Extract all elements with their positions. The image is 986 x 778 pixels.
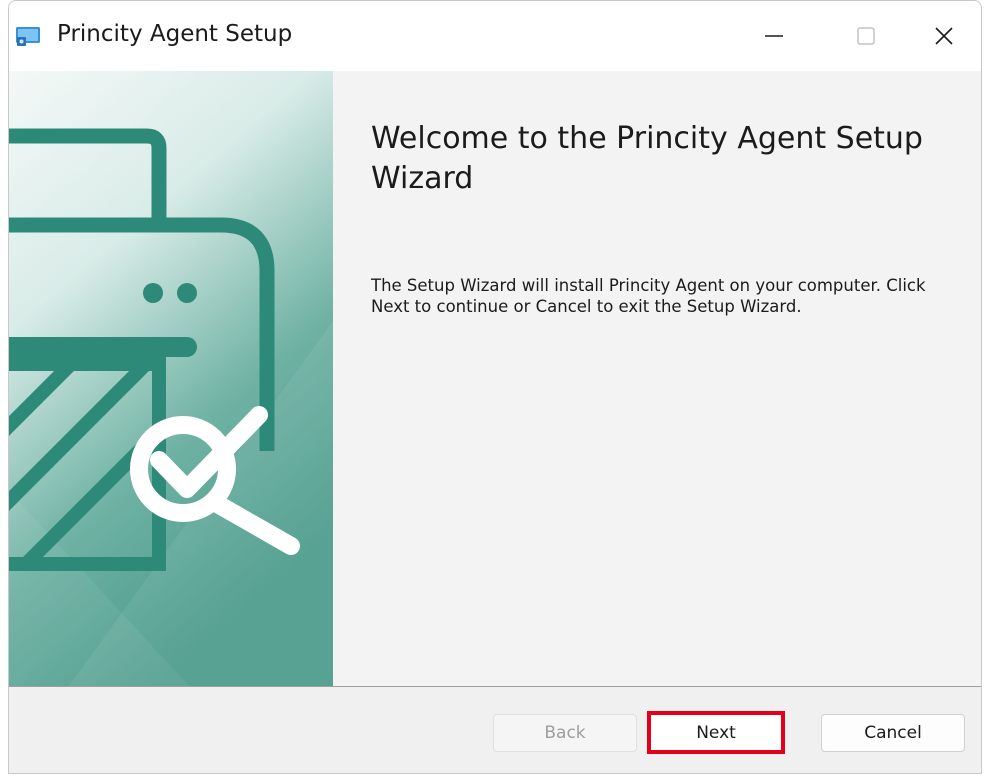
close-icon (935, 27, 953, 45)
cancel-button[interactable]: Cancel (821, 714, 965, 752)
close-button[interactable] (905, 1, 981, 71)
welcome-description: The Setup Wizard will install Princity A… (371, 276, 926, 316)
wizard-footer: Back Next Cancel (9, 687, 981, 773)
minimize-button[interactable] (728, 1, 820, 71)
printer-check-banner (9, 71, 333, 686)
minimize-icon (765, 35, 783, 37)
welcome-heading: Welcome to the Princity Agent Setup Wiza… (371, 121, 923, 196)
next-button[interactable]: Next (647, 711, 785, 754)
maximize-icon (857, 27, 875, 45)
window-title: Princity Agent Setup (57, 21, 293, 47)
installer-icon (16, 27, 40, 46)
title-bar[interactable]: Princity Agent Setup (9, 1, 981, 71)
back-button[interactable]: Back (493, 714, 637, 752)
setup-window: Princity Agent Setup Welcome to the Prin… (8, 0, 982, 774)
maximize-button[interactable] (820, 1, 912, 71)
wizard-content: Welcome to the Princity Agent Setup Wiza… (9, 71, 981, 686)
